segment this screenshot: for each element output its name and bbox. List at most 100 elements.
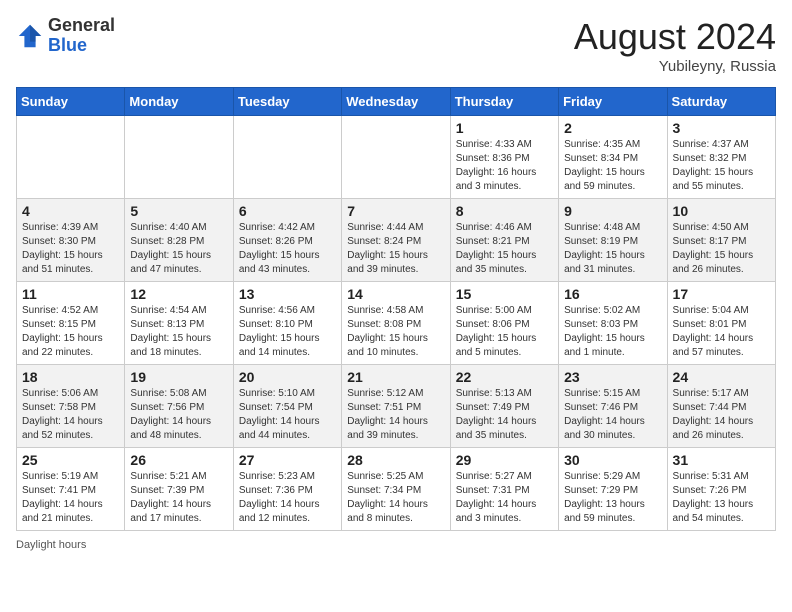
calendar-cell: 1 Sunrise: 4:33 AMSunset: 8:36 PMDaylight… [450, 116, 558, 199]
title-block: August 2024 Yubileyny, Russia [574, 16, 776, 75]
calendar-cell: 27 Sunrise: 5:23 AMSunset: 7:36 PMDayligh… [233, 448, 341, 531]
week-row-3: 11Sunrise: 4:52 AMSunset: 8:15 PMDayligh… [17, 282, 776, 365]
day-number: 10 [673, 203, 770, 219]
weekday-header-wednesday: Wednesday [342, 88, 450, 116]
day-number: 22 [456, 369, 553, 385]
day-info: Sunrise: 5:00 AMSunset: 8:06 PMDaylight:… [456, 304, 553, 360]
calendar-cell: 25 Sunrise: 5:19 AMSunset: 7:41 PMDayligh… [17, 448, 125, 531]
weekday-header-saturday: Saturday [667, 88, 775, 116]
day-info: Sunrise: 4:42 AMSunset: 8:26 PMDaylight:… [239, 221, 336, 277]
calendar-cell: 24 Sunrise: 5:17 AMSunset: 7:44 PMDayligh… [667, 365, 775, 448]
day-number: 14 [347, 286, 444, 302]
day-info: Sunrise: 4:33 AMSunset: 8:36 PMDaylight:… [456, 138, 553, 194]
logo-icon [16, 22, 44, 50]
calendar-cell: 9 Sunrise: 4:48 AMSunset: 8:19 PMDaylight… [559, 199, 667, 282]
calendar-table: SundayMondayTuesdayWednesdayThursdayFrid… [16, 87, 776, 531]
calendar-cell [233, 116, 341, 199]
day-number: 17 [673, 286, 770, 302]
calendar-cell: 21 Sunrise: 5:12 AMSunset: 7:51 PMDayligh… [342, 365, 450, 448]
calendar-cell: 12Sunrise: 4:54 AMSunset: 8:13 PMDayligh… [125, 282, 233, 365]
day-info: Sunrise: 5:29 AMSunset: 7:29 PMDaylight:… [564, 470, 661, 526]
day-number: 28 [347, 452, 444, 468]
day-info: Sunrise: 4:44 AMSunset: 8:24 PMDaylight:… [347, 221, 444, 277]
day-number: 7 [347, 203, 444, 219]
logo-text: General Blue [48, 16, 115, 56]
day-info: Sunrise: 5:15 AMSunset: 7:46 PMDaylight:… [564, 387, 661, 443]
day-info: Sunrise: 5:04 AMSunset: 8:01 PMDaylight:… [673, 304, 770, 360]
day-info: Sunrise: 5:12 AMSunset: 7:51 PMDaylight:… [347, 387, 444, 443]
day-info: Sunrise: 5:27 AMSunset: 7:31 PMDaylight:… [456, 470, 553, 526]
calendar-cell: 17 Sunrise: 5:04 AMSunset: 8:01 PMDayligh… [667, 282, 775, 365]
day-info: Sunrise: 5:31 AMSunset: 7:26 PMDaylight:… [673, 470, 770, 526]
day-number: 24 [673, 369, 770, 385]
calendar-cell: 23 Sunrise: 5:15 AMSunset: 7:46 PMDayligh… [559, 365, 667, 448]
weekday-header-row: SundayMondayTuesdayWednesdayThursdayFrid… [17, 88, 776, 116]
day-number: 4 [22, 203, 119, 219]
day-number: 30 [564, 452, 661, 468]
calendar-cell: 20Sunrise: 5:10 AMSunset: 7:54 PMDayligh… [233, 365, 341, 448]
day-number: 31 [673, 452, 770, 468]
day-number: 9 [564, 203, 661, 219]
weekday-header-sunday: Sunday [17, 88, 125, 116]
day-info: Sunrise: 4:37 AMSunset: 8:32 PMDaylight:… [673, 138, 770, 194]
day-info: Sunrise: 4:39 AMSunset: 8:30 PMDaylight:… [22, 221, 119, 277]
weekday-header-friday: Friday [559, 88, 667, 116]
calendar-cell: 8Sunrise: 4:46 AMSunset: 8:21 PMDaylight… [450, 199, 558, 282]
calendar-cell: 28 Sunrise: 5:25 AMSunset: 7:34 PMDayligh… [342, 448, 450, 531]
day-info: Sunrise: 4:48 AMSunset: 8:19 PMDaylight:… [564, 221, 661, 277]
calendar-cell: 14 Sunrise: 4:58 AMSunset: 8:08 PMDayligh… [342, 282, 450, 365]
calendar-cell: 22 Sunrise: 5:13 AMSunset: 7:49 PMDayligh… [450, 365, 558, 448]
day-number: 18 [22, 369, 119, 385]
day-number: 19 [130, 369, 227, 385]
calendar-cell: 11Sunrise: 4:52 AMSunset: 8:15 PMDayligh… [17, 282, 125, 365]
day-info: Sunrise: 5:17 AMSunset: 7:44 PMDaylight:… [673, 387, 770, 443]
week-row-2: 4 Sunrise: 4:39 AMSunset: 8:30 PMDaylight… [17, 199, 776, 282]
calendar-cell: 30 Sunrise: 5:29 AMSunset: 7:29 PMDayligh… [559, 448, 667, 531]
calendar-cell: 6Sunrise: 4:42 AMSunset: 8:26 PMDaylight… [233, 199, 341, 282]
day-number: 3 [673, 120, 770, 136]
footer: Daylight hours [16, 539, 776, 551]
weekday-header-monday: Monday [125, 88, 233, 116]
day-info: Sunrise: 4:35 AMSunset: 8:34 PMDaylight:… [564, 138, 661, 194]
calendar-cell: 3 Sunrise: 4:37 AMSunset: 8:32 PMDaylight… [667, 116, 775, 199]
daylight-label: Daylight hours [16, 539, 86, 551]
logo: General Blue [16, 16, 115, 56]
day-info: Sunrise: 5:23 AMSunset: 7:36 PMDaylight:… [239, 470, 336, 526]
calendar-cell: 2Sunrise: 4:35 AMSunset: 8:34 PMDaylight… [559, 116, 667, 199]
day-info: Sunrise: 4:58 AMSunset: 8:08 PMDaylight:… [347, 304, 444, 360]
month-year: August 2024 [574, 16, 776, 58]
day-number: 5 [130, 203, 227, 219]
weekday-header-thursday: Thursday [450, 88, 558, 116]
calendar-cell: 5Sunrise: 4:40 AMSunset: 8:28 PMDaylight… [125, 199, 233, 282]
calendar-cell [342, 116, 450, 199]
week-row-4: 18 Sunrise: 5:06 AMSunset: 7:58 PMDayligh… [17, 365, 776, 448]
calendar-cell: 10 Sunrise: 4:50 AMSunset: 8:17 PMDayligh… [667, 199, 775, 282]
calendar-cell: 7 Sunrise: 4:44 AMSunset: 8:24 PMDaylight… [342, 199, 450, 282]
day-info: Sunrise: 5:06 AMSunset: 7:58 PMDaylight:… [22, 387, 119, 443]
calendar-cell: 15Sunrise: 5:00 AMSunset: 8:06 PMDayligh… [450, 282, 558, 365]
calendar-cell [17, 116, 125, 199]
weekday-header-tuesday: Tuesday [233, 88, 341, 116]
calendar-cell: 13Sunrise: 4:56 AMSunset: 8:10 PMDayligh… [233, 282, 341, 365]
day-number: 27 [239, 452, 336, 468]
calendar-cell: 16Sunrise: 5:02 AMSunset: 8:03 PMDayligh… [559, 282, 667, 365]
week-row-5: 25 Sunrise: 5:19 AMSunset: 7:41 PMDayligh… [17, 448, 776, 531]
day-info: Sunrise: 5:25 AMSunset: 7:34 PMDaylight:… [347, 470, 444, 526]
day-number: 26 [130, 452, 227, 468]
day-number: 29 [456, 452, 553, 468]
day-number: 1 [456, 120, 553, 136]
day-number: 11 [22, 286, 119, 302]
day-info: Sunrise: 4:50 AMSunset: 8:17 PMDaylight:… [673, 221, 770, 277]
page-header: General Blue August 2024 Yubileyny, Russ… [16, 16, 776, 75]
calendar-cell: 26 Sunrise: 5:21 AMSunset: 7:39 PMDayligh… [125, 448, 233, 531]
day-info: Sunrise: 5:13 AMSunset: 7:49 PMDaylight:… [456, 387, 553, 443]
day-info: Sunrise: 5:10 AMSunset: 7:54 PMDaylight:… [239, 387, 336, 443]
day-info: Sunrise: 5:08 AMSunset: 7:56 PMDaylight:… [130, 387, 227, 443]
day-info: Sunrise: 5:21 AMSunset: 7:39 PMDaylight:… [130, 470, 227, 526]
day-info: Sunrise: 4:54 AMSunset: 8:13 PMDaylight:… [130, 304, 227, 360]
day-number: 21 [347, 369, 444, 385]
day-number: 23 [564, 369, 661, 385]
calendar-cell: 29 Sunrise: 5:27 AMSunset: 7:31 PMDayligh… [450, 448, 558, 531]
day-info: Sunrise: 5:19 AMSunset: 7:41 PMDaylight:… [22, 470, 119, 526]
day-number: 25 [22, 452, 119, 468]
